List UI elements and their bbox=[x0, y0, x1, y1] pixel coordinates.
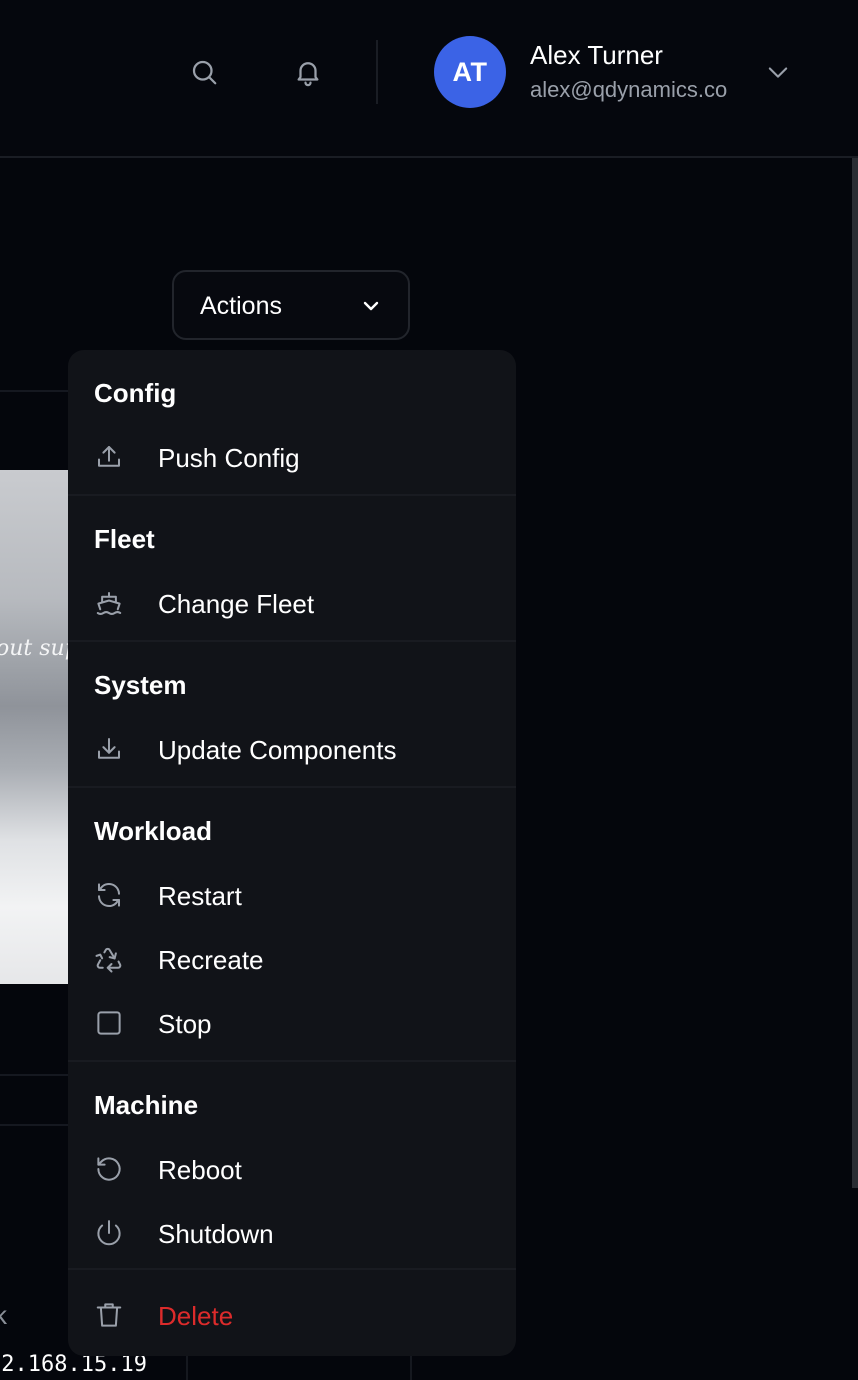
content-divider bbox=[0, 1124, 68, 1126]
content-divider bbox=[0, 1074, 68, 1076]
upload-icon bbox=[92, 440, 126, 474]
refresh-icon bbox=[92, 878, 126, 912]
section-separator bbox=[68, 640, 516, 642]
actions-button-label: Actions bbox=[200, 292, 282, 320]
trash-icon bbox=[92, 1298, 126, 1332]
background-image: out sup bbox=[0, 470, 70, 984]
scrollbar[interactable] bbox=[852, 158, 858, 1188]
section-label-system: System bbox=[94, 670, 187, 700]
section-label-machine: Machine bbox=[94, 1090, 199, 1120]
section-label-fleet: Fleet bbox=[94, 524, 155, 554]
section-separator bbox=[68, 786, 516, 788]
rotate-ccw-icon bbox=[92, 1152, 126, 1186]
menu-item-delete[interactable]: Delete bbox=[68, 1286, 516, 1342]
background-partial-text: k bbox=[0, 1300, 7, 1330]
background-image-caption: out sup bbox=[0, 636, 70, 661]
menu-item-label: Restart bbox=[158, 881, 242, 911]
download-icon bbox=[92, 732, 126, 766]
user-name: Alex Turner bbox=[530, 40, 663, 70]
chevron-down-icon bbox=[356, 291, 386, 321]
header-divider bbox=[376, 40, 378, 104]
bell-icon[interactable] bbox=[288, 52, 328, 92]
section-separator bbox=[68, 494, 516, 496]
ship-icon bbox=[92, 586, 126, 620]
menu-item-label: Recreate bbox=[158, 945, 264, 975]
menu-item-restart[interactable]: Restart bbox=[68, 866, 516, 922]
menu-item-shutdown[interactable]: Shutdown bbox=[68, 1204, 516, 1260]
menu-item-label: Update Components bbox=[158, 735, 397, 765]
section-label-workload: Workload bbox=[94, 816, 212, 846]
menu-item-label: Shutdown bbox=[158, 1219, 274, 1249]
power-icon bbox=[92, 1216, 126, 1250]
search-icon[interactable] bbox=[184, 52, 224, 92]
chevron-down-icon[interactable] bbox=[762, 56, 794, 88]
menu-item-reboot[interactable]: Reboot bbox=[68, 1140, 516, 1196]
menu-item-recreate[interactable]: Recreate bbox=[68, 930, 516, 986]
menu-item-label: Stop bbox=[158, 1009, 212, 1039]
section-separator bbox=[68, 1060, 516, 1062]
menu-item-label: Push Config bbox=[158, 443, 300, 473]
menu-item-label: Delete bbox=[158, 1301, 234, 1331]
section-separator bbox=[68, 1268, 516, 1270]
avatar[interactable]: AT bbox=[434, 36, 506, 108]
menu-item-update-components[interactable]: Update Components bbox=[68, 720, 516, 776]
user-email: alex@qdynamics.co bbox=[530, 77, 728, 102]
menu-item-change-fleet[interactable]: Change Fleet bbox=[68, 574, 516, 630]
menu-item-label: Change Fleet bbox=[158, 589, 315, 619]
stop-square-icon bbox=[92, 1006, 126, 1040]
menu-item-label: Reboot bbox=[158, 1155, 242, 1185]
content-divider bbox=[0, 390, 68, 392]
section-label-config: Config bbox=[94, 378, 177, 408]
top-header: AT Alex Turner alex@qdynamics.co bbox=[0, 0, 858, 158]
menu-item-push-config[interactable]: Push Config bbox=[68, 428, 516, 484]
recycle-icon bbox=[92, 942, 126, 976]
menu-item-stop[interactable]: Stop bbox=[68, 994, 516, 1050]
actions-button[interactable]: Actions bbox=[172, 270, 410, 340]
actions-dropdown-menu: Config Push Config Fleet Change Fleet Sy… bbox=[68, 350, 516, 1356]
